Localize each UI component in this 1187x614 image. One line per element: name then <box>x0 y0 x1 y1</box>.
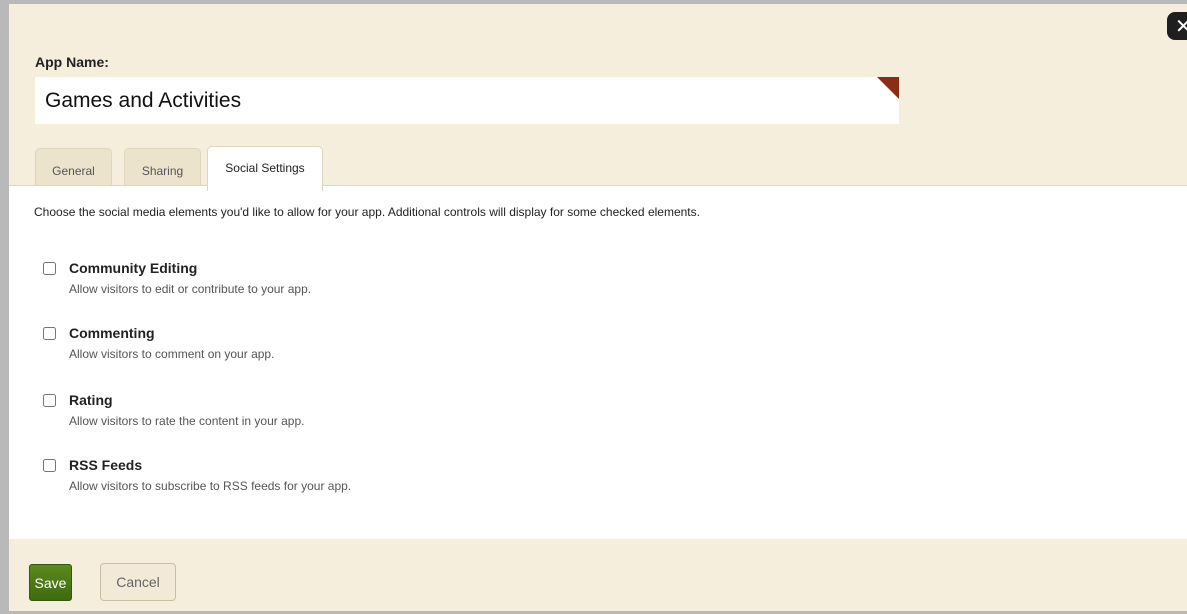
intro-text: Choose the social media elements you'd l… <box>34 205 700 219</box>
social-settings-panel: Choose the social media elements you'd l… <box>9 186 1187 539</box>
community-editing-checkbox[interactable] <box>43 262 56 275</box>
app-name-field <box>35 77 899 124</box>
option-title: Commenting <box>69 325 155 341</box>
option-title: Community Editing <box>69 260 198 276</box>
tab-general[interactable]: General <box>35 148 112 189</box>
save-button[interactable]: Save <box>29 564 72 601</box>
close-icon[interactable]: ✕ <box>1167 12 1187 40</box>
app-name-input[interactable] <box>35 77 899 124</box>
option-title: RSS Feeds <box>69 457 143 473</box>
option-description: Allow visitors to edit or contribute to … <box>69 282 312 296</box>
option-description: Allow visitors to rate the content in yo… <box>69 414 305 428</box>
tab-sharing[interactable]: Sharing <box>124 148 201 189</box>
cancel-button[interactable]: Cancel <box>100 563 176 601</box>
option-description: Allow visitors to comment on your app. <box>69 347 275 361</box>
app-name-label: App Name: <box>35 54 109 70</box>
corner-indicator <box>877 77 899 99</box>
commenting-checkbox[interactable] <box>43 327 56 340</box>
option-description: Allow visitors to subscribe to RSS feeds… <box>69 479 352 493</box>
rss-feeds-checkbox[interactable] <box>43 459 56 472</box>
rating-checkbox[interactable] <box>43 394 56 407</box>
tab-social-settings[interactable]: Social Settings <box>207 146 323 191</box>
dialog-footer: Save Cancel <box>9 539 1187 611</box>
option-title: Rating <box>69 392 113 408</box>
